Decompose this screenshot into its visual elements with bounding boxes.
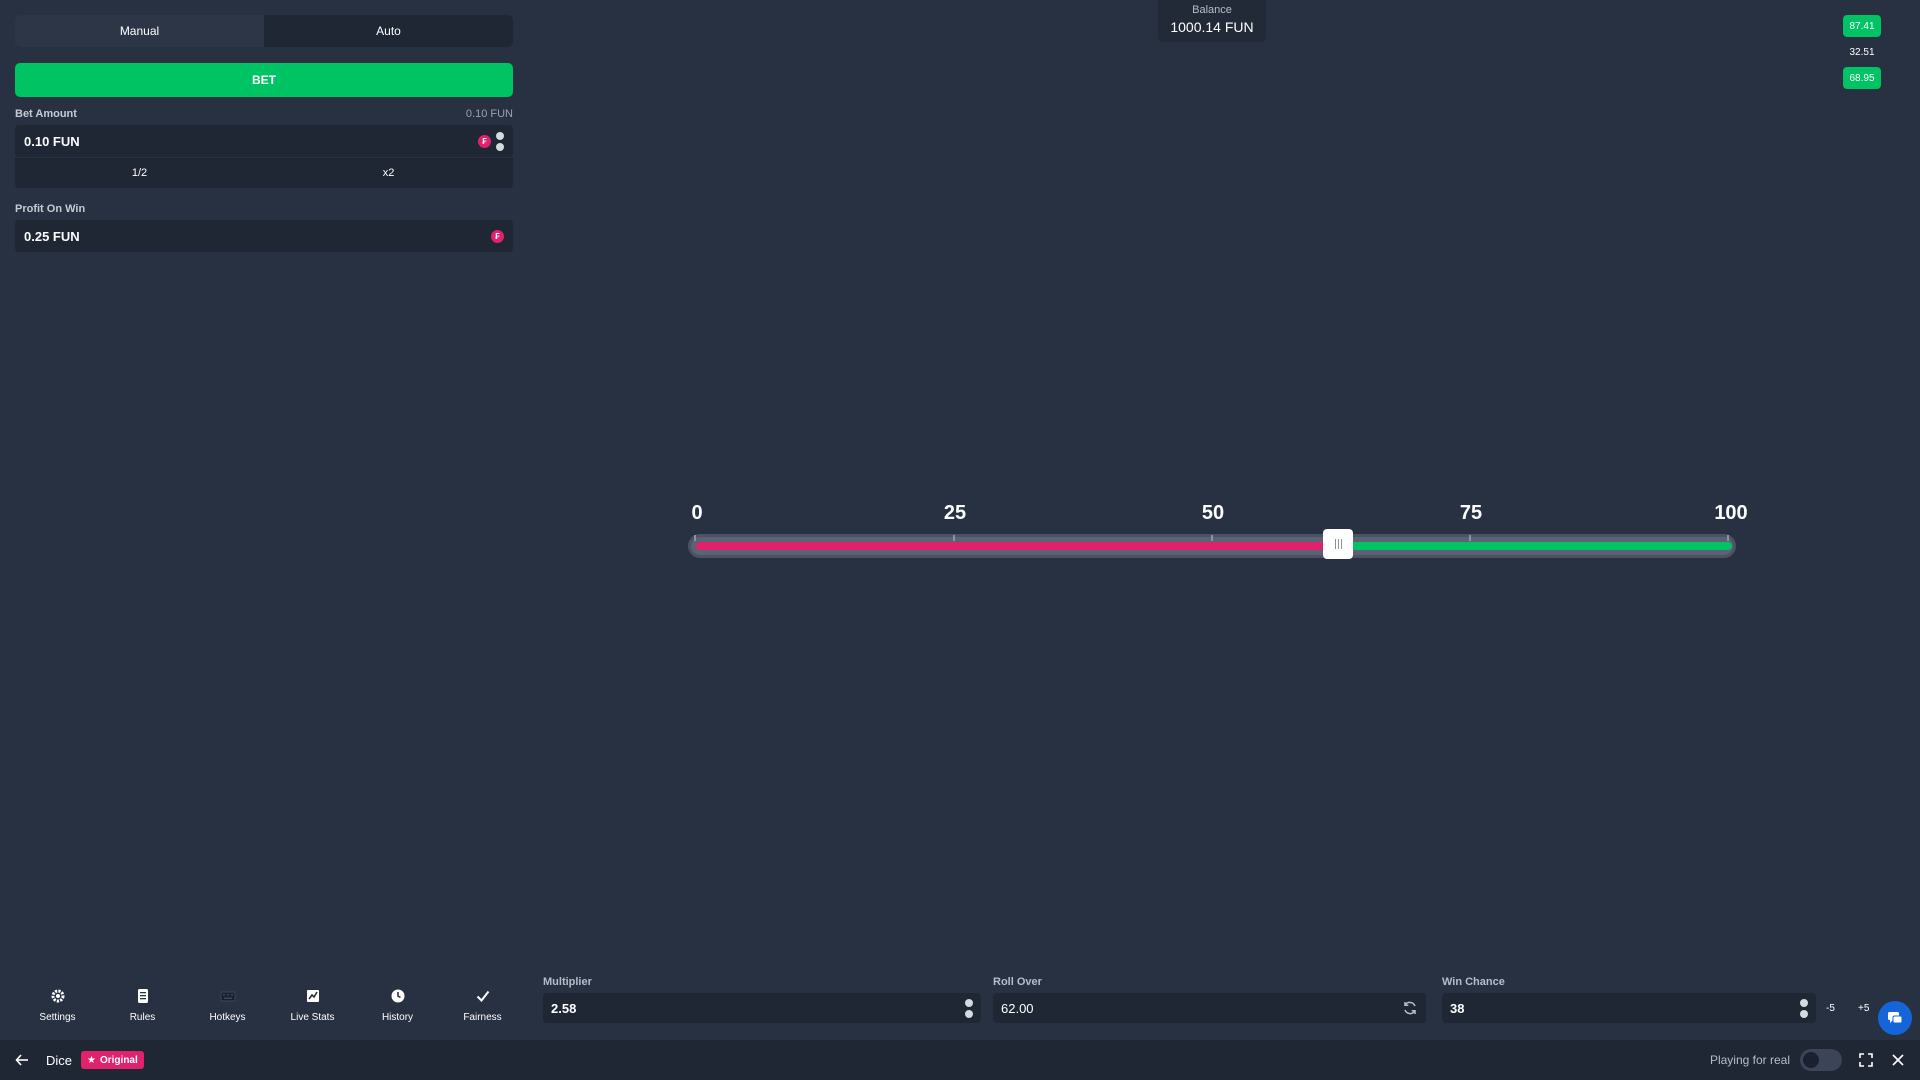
win-chance-input[interactable]: 38 [1442,993,1816,1023]
bet-amount-stepper [496,131,504,151]
win-chance-value: 38 [1450,1000,1465,1016]
playing-for-real-label: Playing for real [1709,1053,1790,1067]
result-badge: 32.51 [1849,46,1875,58]
tick-label: 50 [1201,502,1225,524]
tick-mark [694,535,696,541]
slider-handle[interactable] [1323,529,1354,559]
plus-five-button[interactable]: +5 [1858,1003,1869,1014]
fairness-label: Fairness [463,1012,502,1023]
increment-button[interactable] [965,998,973,1007]
recent-results: 87.41 32.51 68.95 [1843,15,1881,93]
tick-mark [1727,535,1729,541]
footer-bar: Dice ★ Original Playing for real [0,1040,1920,1080]
increment-button[interactable] [496,131,504,140]
tick-mark [1211,535,1213,541]
bet-amount-value: 0.10 FUN [24,133,80,149]
original-badge: ★ Original [81,1051,144,1069]
swap-icon[interactable] [1402,1000,1418,1016]
bet-amount-hint: 0.10 FUN [465,108,513,120]
bet-amount-label: Bet Amount [15,108,77,120]
win-chance-label: Win Chance [1442,976,1505,988]
roll-over-field: Roll Over 62.00 [993,976,1426,1023]
roll-over-input[interactable]: 62.00 [993,993,1426,1023]
hotkeys-label: Hotkeys [209,1012,246,1023]
tick-label: 25 [943,502,967,524]
keyboard-icon [220,991,235,1002]
bet-modifiers: 1/2 x2 [15,158,513,188]
balance-label: Balance [1192,4,1232,16]
win-chance-stepper [1800,998,1808,1018]
multiplier-input[interactable]: 2.58 [543,993,981,1023]
tab-manual[interactable]: Manual [15,15,264,47]
live-stats-button[interactable]: Live Stats [270,988,355,1023]
game-title: Dice [46,1052,73,1068]
result-badge: 68.95 [1843,67,1881,89]
result-badge: 87.41 [1843,15,1881,37]
tab-auto[interactable]: Auto [264,15,513,47]
tick-label: 0 [691,502,703,524]
gear-icon [51,989,64,1003]
back-arrow-icon[interactable] [14,1052,30,1068]
star-icon: ★ [87,1054,96,1066]
double-button[interactable]: x2 [264,158,513,188]
chat-icon [1888,1012,1903,1024]
history-label: History [381,1012,414,1023]
rules-button[interactable]: Rules [100,988,185,1023]
tick-mark [1469,535,1471,541]
close-icon[interactable] [1890,1052,1906,1068]
win-range [1338,542,1732,550]
decrement-button[interactable] [1800,1009,1808,1018]
coin-icon: ₣ [478,134,491,148]
hotkeys-button[interactable]: Hotkeys [185,988,270,1023]
settings-label: Settings [39,1012,76,1023]
bet-button[interactable]: BET [15,63,513,97]
profit-value: 0.25 FUN [24,228,80,244]
clock-icon [391,989,404,1003]
decrement-button[interactable] [965,1009,973,1018]
win-chance-field: Win Chance 38 [1442,976,1816,1023]
fairness-button[interactable]: Fairness [440,988,525,1023]
fullscreen-icon[interactable] [1858,1052,1874,1068]
roll-over-label: Roll Over [993,976,1042,988]
balance-display: Balance 1000.14 FUN [1158,0,1266,42]
settings-button[interactable]: Settings [15,988,100,1023]
multiplier-field: Multiplier 2.58 [543,976,981,1023]
rules-label: Rules [129,1012,156,1023]
tick-mark [953,535,955,541]
tick-label: 75 [1459,502,1483,524]
decrement-button[interactable] [496,142,504,151]
multiplier-stepper [965,998,973,1018]
increment-button[interactable] [1800,998,1808,1007]
profit-label: Profit On Win [15,203,86,215]
tick-label: 100 [1714,502,1748,524]
badge-label: Original [99,1054,138,1066]
balance-amount: 1000.14 FUN [1170,19,1254,35]
multiplier-value: 2.58 [551,1000,577,1016]
chat-button[interactable] [1878,1001,1912,1035]
profit-field: 0.25 FUN ₣ [15,220,513,252]
slider-scale: 0 25 50 75 100 [680,502,1750,526]
document-icon [137,989,148,1003]
real-money-toggle[interactable] [1800,1049,1842,1071]
roll-over-value: 62.00 [1001,1000,1034,1016]
check-icon [476,990,489,1003]
multiplier-label: Multiplier [543,976,592,988]
live-stats-label: Live Stats [290,1012,335,1023]
game-toolbar: Settings Rules Hotkeys Live Stats Histor… [15,988,525,1023]
history-button[interactable]: History [355,988,440,1023]
minus-five-button[interactable]: -5 [1826,1003,1835,1014]
mode-tabs: Manual Auto [15,15,513,47]
bet-panel: Manual Auto BET Bet Amount 0.10 FUN 0.10… [15,15,513,252]
roll-slider[interactable] [688,529,1736,559]
half-button[interactable]: 1/2 [15,158,264,188]
chart-icon [306,990,319,1002]
bet-amount-input[interactable]: 0.10 FUN ₣ [15,125,513,157]
coin-icon: ₣ [491,229,504,243]
lose-range [696,542,1339,550]
